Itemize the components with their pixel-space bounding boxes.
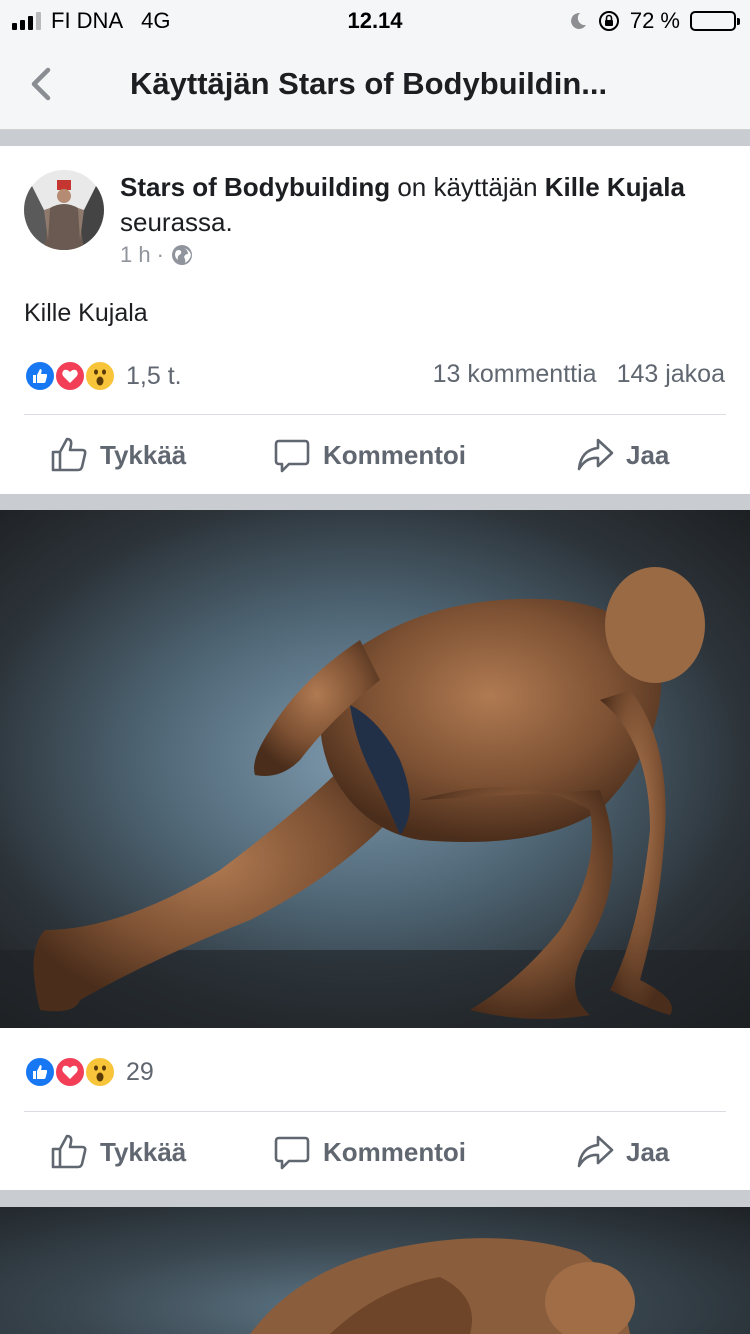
header-end-text: seurassa. bbox=[120, 207, 233, 237]
post-stats: 13 kommenttia 143 jakoa bbox=[433, 360, 725, 389]
chevron-left-icon[interactable] bbox=[22, 64, 62, 104]
share-label: Jaa bbox=[626, 1136, 670, 1167]
status-bar: FI DNA 4G 12.14 72 % bbox=[0, 0, 750, 40]
post-actions: Tykkää Kommentoi Jaa bbox=[0, 415, 750, 495]
comment-button[interactable]: Kommentoi bbox=[273, 436, 466, 474]
moon-icon bbox=[570, 12, 586, 29]
reaction-count: 1,5 t. bbox=[126, 361, 182, 390]
love-reaction-icon bbox=[54, 360, 86, 392]
photo-actions: Tykkää Kommentoi Jaa bbox=[0, 1112, 750, 1192]
post-card: Stars of Bodybuilding on käyttäjän Kille… bbox=[0, 146, 750, 494]
photo-reaction-count: 29 bbox=[126, 1057, 154, 1086]
share-count[interactable]: 143 jakoa bbox=[617, 360, 725, 389]
wow-reaction-icon bbox=[84, 360, 116, 392]
battery-icon bbox=[690, 11, 740, 31]
like-label: Tykkää bbox=[100, 439, 187, 470]
comment-button[interactable]: Kommentoi bbox=[273, 1133, 466, 1171]
battery-percent: 72 % bbox=[629, 8, 680, 33]
author-name[interactable]: Stars of Bodybuilding bbox=[120, 172, 390, 202]
post-text: Kille Kujala bbox=[24, 299, 148, 327]
tagged-user[interactable]: Kille Kujala bbox=[545, 172, 685, 202]
share-icon bbox=[577, 438, 614, 471]
post-time[interactable]: 1 h bbox=[120, 242, 151, 268]
header-mid-text: on käyttäjän bbox=[390, 172, 545, 202]
rotation-lock-icon bbox=[598, 11, 619, 31]
avatar-image bbox=[24, 170, 104, 250]
photo-reaction-summary[interactable]: 29 bbox=[24, 1056, 154, 1088]
comment-label: Kommentoi bbox=[323, 1136, 466, 1167]
post-photo-2[interactable] bbox=[0, 1207, 750, 1334]
love-reaction-icon bbox=[54, 1056, 86, 1088]
like-label: Tykkää bbox=[100, 1136, 187, 1167]
page-title: Käyttäjän Stars of Bodybuildin... bbox=[130, 66, 608, 101]
comment-icon bbox=[274, 439, 310, 473]
post-meta: 1 h · bbox=[120, 242, 194, 268]
share-button[interactable]: Jaa bbox=[576, 436, 669, 474]
meta-separator: · bbox=[156, 242, 164, 267]
navigation-bar: Käyttäjän Stars of Bodybuildin... bbox=[0, 40, 750, 130]
post-header: Stars of Bodybuilding on käyttäjän Kille… bbox=[120, 170, 720, 240]
comment-count[interactable]: 13 kommenttia bbox=[433, 360, 597, 389]
reaction-summary[interactable]: 1,5 t. bbox=[24, 360, 182, 392]
like-button[interactable]: Tykkää bbox=[50, 436, 186, 474]
wow-reaction-icon bbox=[84, 1056, 116, 1088]
share-label: Jaa bbox=[626, 439, 670, 470]
globe-icon bbox=[171, 245, 192, 265]
comment-icon bbox=[274, 1136, 310, 1170]
thumbs-up-icon bbox=[51, 437, 87, 472]
avatar[interactable] bbox=[24, 170, 104, 250]
share-button[interactable]: Jaa bbox=[576, 1133, 669, 1171]
like-button[interactable]: Tykkää bbox=[50, 1133, 186, 1171]
photo-footer-card: 29 Tykkää Kommentoi Jaa bbox=[0, 1028, 750, 1190]
share-icon bbox=[577, 1135, 614, 1168]
like-reaction-icon bbox=[24, 360, 56, 392]
status-right: 72 % bbox=[568, 8, 740, 34]
like-reaction-icon bbox=[24, 1056, 56, 1088]
thumbs-up-icon bbox=[51, 1134, 87, 1169]
bodybuilder-photo bbox=[0, 567, 750, 1028]
bodybuilder-photo-2 bbox=[250, 1238, 635, 1334]
comment-label: Kommentoi bbox=[323, 439, 466, 470]
post-photo[interactable] bbox=[0, 510, 750, 1028]
